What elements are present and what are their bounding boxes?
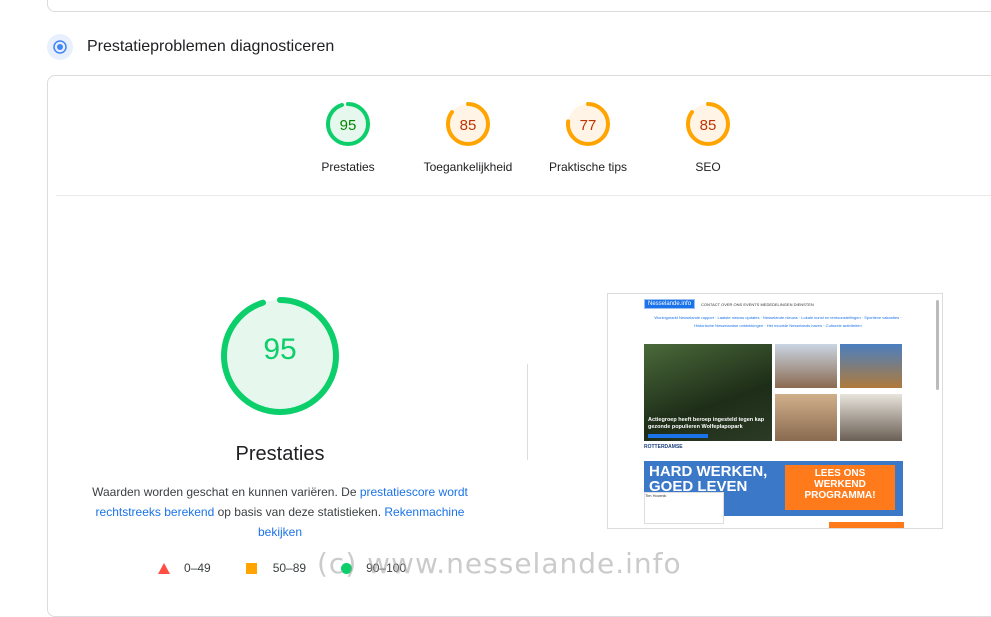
thumb-logo: Nesselande.info (644, 299, 696, 309)
main-title: Prestaties (235, 443, 325, 465)
thumb-orange-strip (829, 522, 904, 528)
triangle-icon (158, 562, 170, 574)
section-title: Prestatieproblemen diagnosticeren (87, 38, 335, 55)
thumb-hero-image: Actiegroep heeft beroep ingesteld tegen … (644, 344, 772, 441)
page-screenshot-thumbnail[interactable]: Nesselande.info CONTACT OVER ONS EVENTS … (607, 293, 943, 529)
thumb-banner-left: HARD WERKEN, GOED LEVEN (649, 463, 768, 495)
score-description: Waarden worden geschat en kunnen variëre… (88, 482, 472, 542)
gauge-label: Toegankelijkheid (423, 160, 513, 174)
thumb-hero-caption: Actiegroep heeft beroep ingesteld tegen … (648, 417, 765, 430)
legend-label: 0–49 (184, 561, 211, 575)
legend-fail: 0–49 (158, 561, 211, 575)
gauge-label: Prestaties (321, 160, 375, 174)
watermark: (c) www.nesselande.info (317, 547, 682, 580)
thumb-card (775, 394, 837, 441)
section-header: Prestatieproblemen diagnosticeren (47, 33, 334, 61)
square-icon (245, 562, 257, 574)
report-card: 95 Prestaties 85 Toegankelijkheid 77 Pra… (47, 75, 991, 617)
thumb-hero-tag (648, 434, 708, 438)
thumb-banner-right: LEES ONS WERKEND PROGRAMMA! (785, 465, 895, 510)
gauge-best-practices[interactable]: 77 Praktische tips (518, 100, 658, 174)
thumb-card-bottom: Tim Hoornik (644, 492, 724, 524)
thumb-scrollbar (936, 300, 939, 390)
thumb-links: Woningmarkt Nesselande rapport · Laatste… (654, 315, 902, 328)
category-gauges: 95 Prestaties 85 Toegankelijkheid 77 Pra… (48, 76, 748, 195)
previous-card (47, 0, 991, 12)
gauge-seo[interactable]: 85 SEO (638, 100, 778, 174)
main-score: 95 (263, 333, 297, 366)
thumb-card (840, 394, 902, 441)
gauge-label: Praktische tips (548, 160, 628, 174)
performance-icon (47, 34, 73, 60)
thumb-sub: ROTTERDAMSE (644, 444, 683, 450)
thumb-card (840, 344, 902, 388)
gauge-score: 77 (579, 117, 597, 134)
gauge-label: SEO (695, 160, 721, 174)
thumb-nav: Nesselande.info CONTACT OVER ONS EVENTS … (644, 298, 930, 310)
desc-text: Waarden worden geschat en kunnen variëre… (92, 485, 360, 499)
thumb-card (775, 344, 837, 388)
thumb-menu: CONTACT OVER ONS EVENTS MEDEDELINGEN DIE… (701, 301, 814, 307)
gauge-score: 95 (339, 117, 357, 134)
legend-label: 50–89 (272, 561, 307, 575)
main-gauge: 95 (220, 296, 340, 416)
gauge-accessibility[interactable]: 85 Toegankelijkheid (398, 100, 538, 174)
gauge-score: 85 (699, 117, 717, 134)
divider (56, 195, 991, 196)
vertical-divider (527, 364, 528, 460)
legend-average: 50–89 (245, 561, 307, 575)
gauge-performance[interactable]: 95 Prestaties (278, 100, 418, 174)
gauge-score: 85 (459, 117, 477, 134)
desc-text: op basis van deze statistieken. (214, 505, 385, 519)
